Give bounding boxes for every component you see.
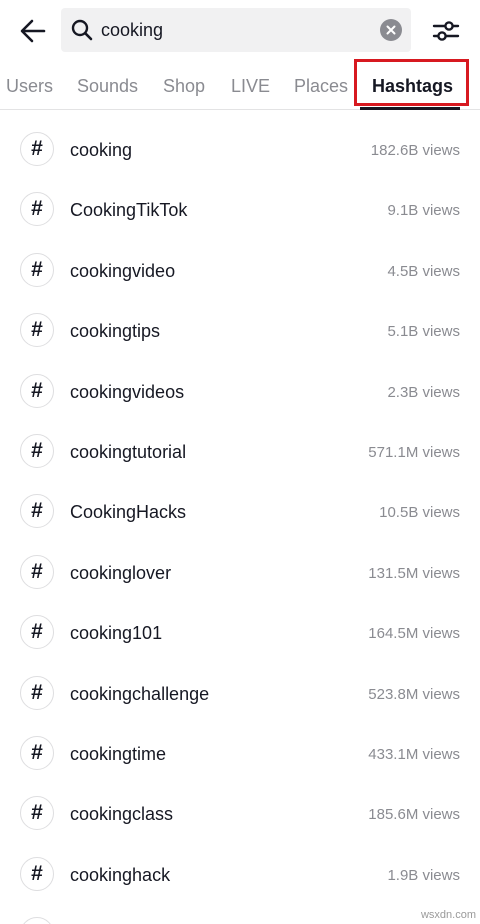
hashtag-icon: # [20,856,54,891]
hashtag-row[interactable]: # cookingclass 185.6M views [0,785,480,845]
hashtag-name: cookingtips [70,321,161,342]
hashtag-row-partial[interactable] [0,906,480,924]
search-input[interactable] [101,8,371,52]
hashtag-name: cookingchallenge [70,683,210,704]
hashtag-views: 1.9B views [387,866,460,884]
hashtag-row[interactable]: # cookingchallenge 523.8M views [0,665,480,725]
hashtag-row[interactable]: # cooking 182.6B views [0,121,480,181]
clear-icon [386,25,396,35]
hashtag-icon: # [20,494,54,529]
search-icon [71,19,93,41]
hashtag-views: 4.5B views [387,262,460,280]
tab-shop[interactable]: Shop [163,62,205,110]
hashtag-name: CookingTikTok [70,200,188,221]
tab-sounds[interactable]: Sounds [77,62,138,110]
hashtag-icon: # [20,796,54,831]
tab-users[interactable]: Users [6,62,53,110]
tab-hashtags[interactable]: Hashtags [372,62,453,110]
hashtag-row[interactable]: # cooking101 164.5M views [0,604,480,664]
hashtag-views: 164.5M views [368,625,460,643]
hashtag-views: 131.5M views [368,564,460,582]
hashtag-row[interactable]: # cookingvideo 4.5B views [0,242,480,302]
hashtag-icon: # [20,313,54,348]
hashtag-row[interactable]: # CookingTikTok 9.1B views [0,181,480,241]
hashtag-icon: # [20,252,54,287]
hashtag-row[interactable]: # cookingtime 433.1M views [0,725,480,785]
hashtag-icon: # [20,373,54,408]
hashtag-row[interactable]: # cookingvideos 2.3B views [0,363,480,423]
hashtag-views: 9.1B views [387,202,460,220]
hashtag-name: cookingtime [70,743,167,764]
hashtag-name: cooking101 [70,623,163,644]
hashtag-name: cookingvideos [70,381,185,402]
hashtag-name: cookingclass [70,804,174,825]
hashtag-name: cookingvideo [70,260,176,281]
filter-sliders-icon [432,21,460,41]
hashtag-views: 433.1M views [368,745,460,763]
hashtag-name: cookinghack [70,864,171,885]
tab-live[interactable]: LIVE [231,62,270,110]
hashtag-name: CookingHacks [70,502,187,523]
search-results-screen: Users Sounds Shop LIVE Places Hashtags #… [0,0,480,924]
hashtag-icon: # [20,132,54,166]
hashtag-views: 2.3B views [387,383,460,401]
hashtag-icon [20,917,54,924]
tab-places[interactable]: Places [294,62,348,110]
hashtag-icon: # [20,433,54,468]
hashtag-name: cooking [70,140,133,160]
hashtag-icon: # [20,675,54,710]
hashtag-row[interactable]: # cookingtutorial 571.1M views [0,423,480,483]
hashtag-row[interactable]: # cookingtips 5.1B views [0,302,480,362]
hashtag-icon: # [20,735,54,770]
hashtag-views: 523.8M views [368,685,460,703]
hashtag-row[interactable]: # cookinghack 1.9B views [0,846,480,906]
hashtag-views: 10.5B views [379,504,460,522]
active-tab-indicator [360,107,460,110]
hashtag-views: 182.6B views [370,142,460,159]
filter-button[interactable] [428,14,464,48]
hashtag-views: 571.1M views [368,443,460,461]
search-header [0,0,480,62]
hashtag-icon: # [20,554,54,589]
hashtag-icon: # [20,192,54,227]
hashtag-icon: # [20,615,54,650]
hashtag-name: cookinglover [70,562,172,583]
clear-search-button[interactable] [380,19,402,41]
search-bar[interactable] [61,8,411,52]
hashtag-row[interactable]: # cookinglover 131.5M views [0,544,480,604]
hashtag-views: 185.6M views [368,806,460,824]
hashtag-views: 5.1B views [387,323,460,341]
hashtag-results-list: # cooking 182.6B views # CookingTikTok 9… [0,121,480,924]
hashtag-name: cookingtutorial [70,441,187,462]
back-arrow-icon [20,19,46,43]
watermark: wsxdn.com [420,909,476,921]
hashtag-row[interactable]: # CookingHacks 10.5B views [0,483,480,543]
back-button[interactable] [14,12,52,50]
search-tabs: Users Sounds Shop LIVE Places Hashtags [0,62,480,110]
